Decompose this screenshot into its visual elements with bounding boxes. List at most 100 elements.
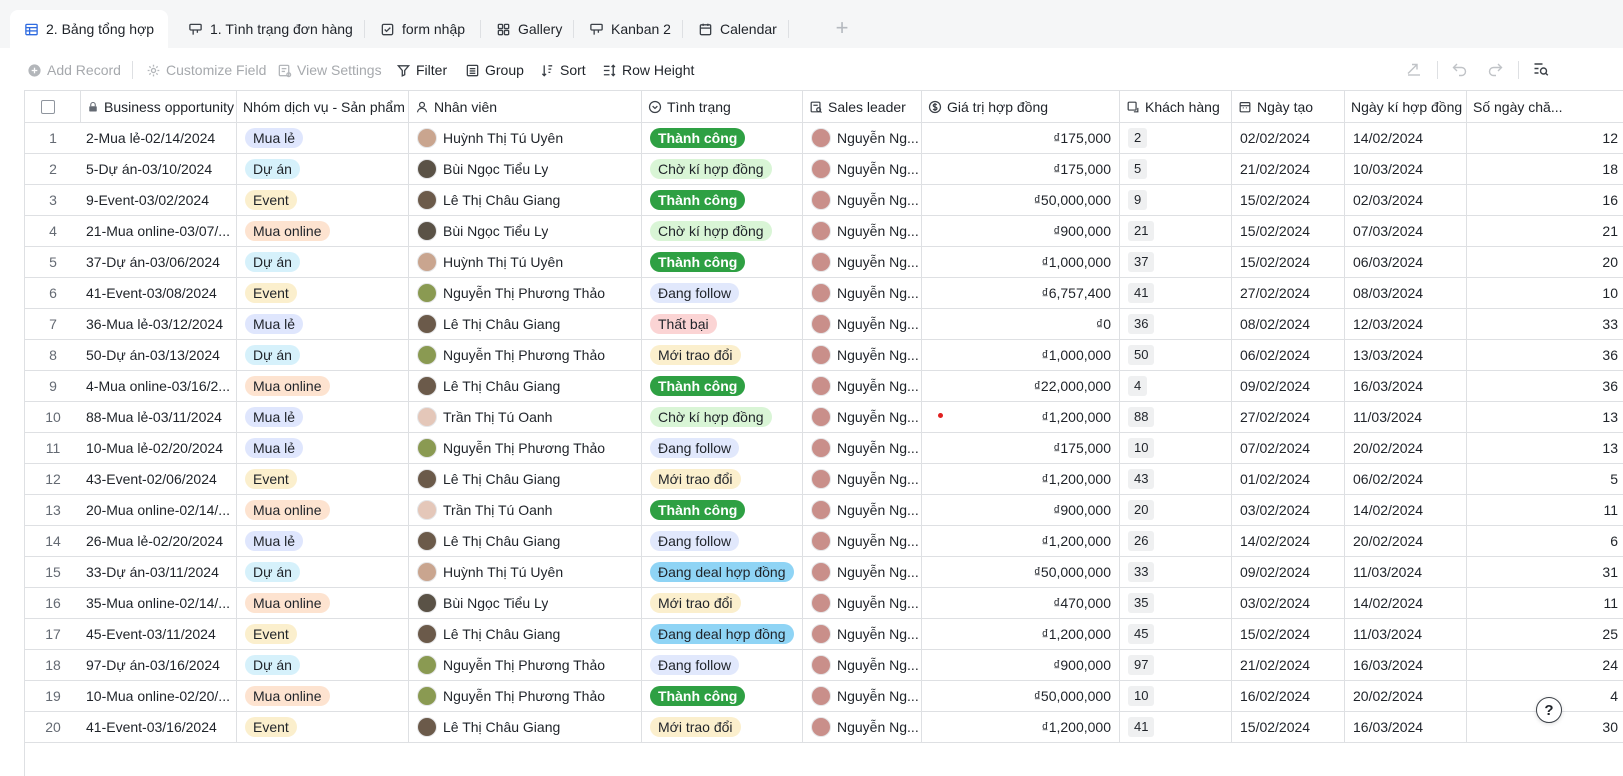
signed-date-cell[interactable]: 06/02/2024 <box>1345 464 1467 494</box>
signed-date-cell[interactable]: 14/02/2024 <box>1345 123 1467 153</box>
status-cell[interactable]: Thành công <box>642 681 803 711</box>
customer-cell[interactable]: 10 <box>1120 681 1232 711</box>
table-row[interactable]: 14 26-Mua lẻ-02/20/2024 Mua lẻ Lê Thị Châu … <box>25 526 1623 557</box>
contract-value-cell[interactable]: ₫0 <box>922 309 1120 339</box>
contract-value-cell[interactable]: ₫900,000 <box>922 650 1120 680</box>
contract-value-cell[interactable]: ₫50,000,000 <box>922 185 1120 215</box>
service-cell[interactable]: Dự án <box>237 247 409 277</box>
employee-cell[interactable]: Lê Thị Châu Giang <box>409 185 642 215</box>
column-header-customer[interactable]: Khách hàng <box>1120 91 1232 123</box>
status-cell[interactable]: Thành công <box>642 247 803 277</box>
status-cell[interactable]: Đang follow <box>642 526 803 556</box>
table-row[interactable]: 15 33-Dự án-03/11/2024 Dự án Huỳnh Thị Tú U… <box>25 557 1623 588</box>
opportunity-cell[interactable]: 50-Dự án-03/13/2024 <box>81 340 237 370</box>
sales-leader-cell[interactable]: Nguyễn Ng... <box>803 371 922 401</box>
customer-cell[interactable]: 10 <box>1120 433 1232 463</box>
service-cell[interactable]: Mua lẻ <box>237 123 409 153</box>
status-cell[interactable]: Thành công <box>642 123 803 153</box>
table-row[interactable]: 2 5-Dự án-03/10/2024 Dự án Bùi Ngọc Tiểu Ly… <box>25 154 1623 185</box>
days-cell[interactable]: 13 <box>1467 433 1623 463</box>
customer-cell[interactable]: 5 <box>1120 154 1232 184</box>
contract-value-cell[interactable]: ₫1,200,000 <box>922 464 1120 494</box>
column-header-status[interactable]: Tình trạng <box>642 91 803 123</box>
signed-date-cell[interactable]: 16/03/2024 <box>1345 650 1467 680</box>
signed-date-cell[interactable]: 11/03/2024 <box>1345 619 1467 649</box>
table-row[interactable]: 16 35-Mua online-02/14/... Mua online Bùi N… <box>25 588 1623 619</box>
sales-leader-cell[interactable]: Nguyễn Ng... <box>803 712 922 742</box>
days-cell[interactable]: 16 <box>1467 185 1623 215</box>
customer-cell[interactable]: 33 <box>1120 557 1232 587</box>
opportunity-cell[interactable]: 10-Mua lẻ-02/20/2024 <box>81 433 237 463</box>
contract-value-cell[interactable]: ₫175,000 <box>922 154 1120 184</box>
sales-leader-cell[interactable]: Nguyễn Ng... <box>803 123 922 153</box>
status-cell[interactable]: Thành công <box>642 495 803 525</box>
customer-cell[interactable]: 26 <box>1120 526 1232 556</box>
customer-cell[interactable]: 41 <box>1120 278 1232 308</box>
service-cell[interactable]: Mua online <box>237 216 409 246</box>
created-date-cell[interactable]: 15/02/2024 <box>1232 619 1345 649</box>
employee-cell[interactable]: Bùi Ngọc Tiểu Ly <box>409 154 642 184</box>
sales-leader-cell[interactable]: Nguyễn Ng... <box>803 278 922 308</box>
customer-cell[interactable]: 45 <box>1120 619 1232 649</box>
signed-date-cell[interactable]: 14/02/2024 <box>1345 588 1467 618</box>
row-height-button[interactable]: Row Height <box>602 60 694 80</box>
customer-cell[interactable]: 43 <box>1120 464 1232 494</box>
created-date-cell[interactable]: 01/02/2024 <box>1232 464 1345 494</box>
employee-cell[interactable]: Huỳnh Thị Tú Uyên <box>409 557 642 587</box>
signed-date-cell[interactable]: 13/03/2024 <box>1345 340 1467 370</box>
created-date-cell[interactable]: 15/02/2024 <box>1232 216 1345 246</box>
days-cell[interactable]: 36 <box>1467 371 1623 401</box>
opportunity-cell[interactable]: 45-Event-03/11/2024 <box>81 619 237 649</box>
service-cell[interactable]: Mua online <box>237 371 409 401</box>
table-row[interactable]: 17 45-Event-03/11/2024 Event Lê Thị Châu Gi… <box>25 619 1623 650</box>
service-cell[interactable]: Event <box>237 185 409 215</box>
redo-icon[interactable] <box>1486 60 1504 78</box>
table-row[interactable]: 3 9-Event-03/02/2024 Event Lê Thị Châu Gian… <box>25 185 1623 216</box>
column-header-contract-value[interactable]: Giá trị hợp đồng <box>922 91 1120 123</box>
created-date-cell[interactable]: 06/02/2024 <box>1232 340 1345 370</box>
opportunity-cell[interactable]: 43-Event-02/06/2024 <box>81 464 237 494</box>
opportunity-cell[interactable]: 33-Dự án-03/11/2024 <box>81 557 237 587</box>
service-cell[interactable]: Dự án <box>237 340 409 370</box>
sales-leader-cell[interactable]: Nguyễn Ng... <box>803 154 922 184</box>
employee-cell[interactable]: Lê Thị Châu Giang <box>409 309 642 339</box>
sales-leader-cell[interactable]: Nguyễn Ng... <box>803 185 922 215</box>
service-cell[interactable]: Dự án <box>237 154 409 184</box>
column-header-days[interactable]: Số ngày chă... <box>1467 91 1623 123</box>
created-date-cell[interactable]: 09/02/2024 <box>1232 557 1345 587</box>
customer-cell[interactable]: 9 <box>1120 185 1232 215</box>
table-row[interactable]: 11 10-Mua lẻ-02/20/2024 Mua lẻ Nguyễn Thị P… <box>25 433 1623 464</box>
table-row[interactable]: 5 37-Dự án-03/06/2024 Dự án Huỳnh Thị Tú Uy… <box>25 247 1623 278</box>
status-cell[interactable]: Thất bại <box>642 309 803 339</box>
tab-form-nhap[interactable]: form nhập <box>380 10 465 48</box>
sales-leader-cell[interactable]: Nguyễn Ng... <box>803 495 922 525</box>
table-row[interactable]: 19 10-Mua online-02/20/... Mua online Nguyễ… <box>25 681 1623 712</box>
signed-date-cell[interactable]: 11/03/2024 <box>1345 402 1467 432</box>
customer-cell[interactable]: 36 <box>1120 309 1232 339</box>
employee-cell[interactable]: Lê Thị Châu Giang <box>409 619 642 649</box>
column-header-signed-date[interactable]: Ngày kí hợp đồng <box>1345 91 1467 123</box>
service-cell[interactable]: Mua lẻ <box>237 433 409 463</box>
service-cell[interactable]: Mua lẻ <box>237 402 409 432</box>
contract-value-cell[interactable]: ₫22,000,000 <box>922 371 1120 401</box>
column-header-sales-leader[interactable]: Sales leader <box>803 91 922 123</box>
table-row[interactable]: 13 20-Mua online-02/14/... Mua online Trần … <box>25 495 1623 526</box>
employee-cell[interactable]: Lê Thị Châu Giang <box>409 464 642 494</box>
signed-date-cell[interactable]: 20/02/2024 <box>1345 526 1467 556</box>
sales-leader-cell[interactable]: Nguyễn Ng... <box>803 588 922 618</box>
days-cell[interactable]: 18 <box>1467 154 1623 184</box>
add-view-plus-icon[interactable]: + <box>832 17 852 39</box>
service-cell[interactable]: Dự án <box>237 557 409 587</box>
sales-leader-cell[interactable]: Nguyễn Ng... <box>803 526 922 556</box>
opportunity-cell[interactable]: 26-Mua lẻ-02/20/2024 <box>81 526 237 556</box>
sales-leader-cell[interactable]: Nguyễn Ng... <box>803 681 922 711</box>
add-record-button[interactable]: Add Record <box>27 60 121 80</box>
signed-date-cell[interactable]: 06/03/2024 <box>1345 247 1467 277</box>
sales-leader-cell[interactable]: Nguyễn Ng... <box>803 402 922 432</box>
opportunity-cell[interactable]: 9-Event-03/02/2024 <box>81 185 237 215</box>
created-date-cell[interactable]: 15/02/2024 <box>1232 247 1345 277</box>
sort-button[interactable]: Sort <box>540 60 586 80</box>
table-row[interactable]: 18 97-Dự án-03/16/2024 Dự án Nguyễn Thị Phư… <box>25 650 1623 681</box>
contract-value-cell[interactable]: ₫1,200,000 <box>922 526 1120 556</box>
contract-value-cell[interactable]: ₫1,000,000 <box>922 340 1120 370</box>
